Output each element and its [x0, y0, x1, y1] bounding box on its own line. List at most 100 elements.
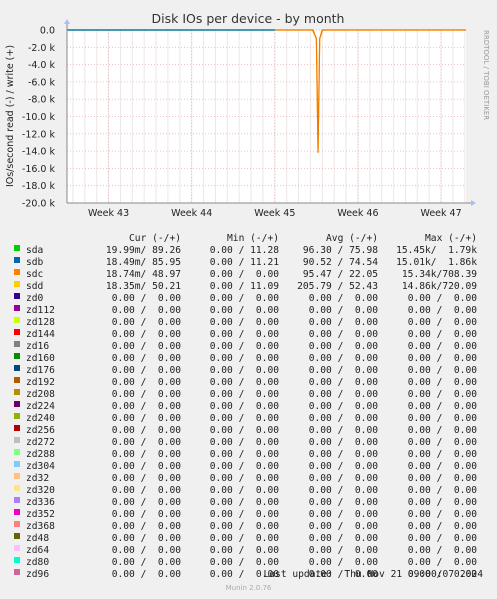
legend-name: zd256 — [26, 425, 55, 436]
legend-cur: 0.00 / 0.00 — [111, 545, 181, 556]
legend-cur: 0.00 / 0.00 — [111, 449, 181, 460]
legend-header-avg: Avg (-/+) — [326, 233, 378, 244]
legend-min: 0.00 / 0.00 — [209, 437, 279, 448]
legend-avg: 0.00 / 0.00 — [308, 425, 378, 436]
legend-name: sdb — [26, 257, 44, 268]
legend-max: 0.00 / 0.00 — [407, 437, 477, 448]
legend-avg: 0.00 / 0.00 — [308, 341, 378, 352]
legend-cur: 0.00 / 0.00 — [111, 305, 181, 316]
legend-max: 0.00 / 0.00 — [407, 389, 477, 400]
legend-max: 0.00 / 0.00 — [407, 497, 477, 508]
legend-max: 15.45k/ 1.79k — [396, 245, 477, 256]
legend-swatch — [14, 413, 20, 419]
y-tick-label: -12.0 k — [22, 129, 56, 140]
legend-max: 0.00 / 0.00 — [407, 329, 477, 340]
legend-name: zd112 — [26, 305, 55, 316]
legend-swatch — [14, 365, 20, 371]
legend-name: sdc — [26, 269, 44, 280]
legend-swatch — [14, 497, 20, 503]
side-credit: RRDTOOL / TOBI OETIKER — [482, 30, 490, 120]
legend-row-zd304: zd304 0.00 / 0.00 0.00 / 0.00 0.00 / 0.00 0.… — [0, 461, 497, 473]
legend-swatch — [14, 269, 20, 275]
legend-name: zd320 — [26, 485, 55, 496]
legend-avg: 0.00 / 0.00 — [308, 305, 378, 316]
legend-swatch — [14, 293, 20, 299]
y-tick-label: 0.0 — [40, 26, 55, 37]
legend-name: zd80 — [26, 557, 50, 568]
legend-min: 0.00 / 0.00 — [209, 473, 279, 484]
legend-max: 0.00 / 0.00 — [407, 521, 477, 532]
legend-max: 0.00 / 0.00 — [407, 509, 477, 520]
legend-min: 0.00 / 0.00 — [209, 485, 279, 496]
legend-cur: 0.00 / 0.00 — [111, 461, 181, 472]
legend-cur: 0.00 / 0.00 — [111, 365, 181, 376]
y-tick-label: -6.0 k — [28, 77, 56, 88]
legend-name: zd208 — [26, 389, 55, 400]
legend-name: zd192 — [26, 377, 55, 388]
legend-swatch — [14, 473, 20, 479]
legend-cur: 0.00 / 0.00 — [111, 293, 181, 304]
legend-rows: sda 19.99m/ 89.26 0.00 / 11.28 96.30 / 75.9… — [0, 245, 497, 581]
legend-min: 0.00 / 0.00 — [209, 461, 279, 472]
y-tick-label: -2.0 k — [28, 43, 56, 54]
legend-swatch — [14, 485, 20, 491]
legend-min: 0.00 / 0.00 — [209, 353, 279, 364]
chart-area: Disk IOs per device - by month IOs/secon… — [5, 11, 490, 219]
legend-cur: 0.00 / 0.00 — [111, 317, 181, 328]
legend-row-sdb: sdb 18.49m/ 85.95 0.00 / 11.21 90.52 / 74.5… — [0, 257, 497, 269]
legend-swatch — [14, 353, 20, 359]
legend-swatch — [14, 341, 20, 347]
legend-cur: 18.74m/ 48.97 — [105, 269, 181, 280]
legend-name: zd240 — [26, 413, 55, 424]
legend-max: 0.00 / 0.00 — [407, 353, 477, 364]
legend-row-zd48: zd48 0.00 / 0.00 0.00 / 0.00 0.00 / 0.00 0.0… — [0, 533, 497, 545]
legend-row-zd160: zd160 0.00 / 0.00 0.00 / 0.00 0.00 / 0.00 0.… — [0, 353, 497, 365]
legend-min: 0.00 / 0.00 — [209, 509, 279, 520]
legend-swatch — [14, 449, 20, 455]
y-axis-title: IOs/second read (-) / write (+) — [5, 45, 16, 187]
legend-row-zd256: zd256 0.00 / 0.00 0.00 / 0.00 0.00 / 0.00 0.… — [0, 425, 497, 437]
legend-max: 0.00 / 0.00 — [407, 341, 477, 352]
legend-max: 0.00 / 0.00 — [407, 401, 477, 412]
legend-cur: 0.00 / 0.00 — [111, 341, 181, 352]
legend-min: 0.00 / 0.00 — [209, 377, 279, 388]
x-tick-label: Week 46 — [337, 208, 378, 219]
y-tick-label: -8.0 k — [28, 95, 56, 106]
x-tick-label: Week 44 — [171, 208, 212, 219]
legend-header-max: Max (-/+) — [425, 233, 477, 244]
y-axis-arrow — [64, 19, 70, 24]
legend-row-zd368: zd368 0.00 / 0.00 0.00 / 0.00 0.00 / 0.00 0.… — [0, 521, 497, 533]
legend-header-cur: Cur (-/+) — [129, 233, 181, 244]
legend-avg: 96.30 / 75.98 — [302, 245, 378, 256]
legend-min: 0.00 / 11.21 — [209, 257, 279, 268]
legend-cur: 18.49m/ 85.95 — [105, 257, 181, 268]
legend-cur: 18.35m/ 50.21 — [105, 281, 181, 292]
legend-max: 0.00 / 0.00 — [407, 449, 477, 460]
legend-header-min: Min (-/+) — [227, 233, 279, 244]
last-update-text: Last update: Thu Nov 21 09:00:07 2024 — [263, 569, 484, 580]
legend-row-zd352: zd352 0.00 / 0.00 0.00 / 0.00 0.00 / 0.00 0.… — [0, 509, 497, 521]
legend-avg: 0.00 / 0.00 — [308, 509, 378, 520]
legend-avg: 0.00 / 0.00 — [308, 545, 378, 556]
x-tick-labels: Week 43 Week 44 Week 45 Week 46 Week 47 — [88, 208, 462, 219]
legend-swatch — [14, 437, 20, 443]
legend-name: zd48 — [26, 533, 50, 544]
legend-min: 0.00 / 0.00 — [209, 545, 279, 556]
legend-max: 0.00 / 0.00 — [407, 545, 477, 556]
legend-max: 0.00 / 0.00 — [407, 533, 477, 544]
legend-row-zd0: zd0 0.00 / 0.00 0.00 / 0.00 0.00 / 0.00 0.00… — [0, 293, 497, 305]
legend-swatch — [14, 281, 20, 287]
legend-avg: 0.00 / 0.00 — [308, 497, 378, 508]
legend-avg: 0.00 / 0.00 — [308, 293, 378, 304]
legend-avg: 205.79 / 52.43 — [297, 281, 378, 292]
legend-avg: 0.00 / 0.00 — [308, 317, 378, 328]
x-tick-label: Week 45 — [254, 208, 295, 219]
legend-cur: 0.00 / 0.00 — [111, 533, 181, 544]
legend-min: 0.00 / 0.00 — [209, 317, 279, 328]
legend-cur: 0.00 / 0.00 — [111, 437, 181, 448]
y-tick-label: -4.0 k — [28, 60, 56, 71]
legend-cur: 0.00 / 0.00 — [111, 377, 181, 388]
legend-cur: 0.00 / 0.00 — [111, 353, 181, 364]
legend-avg: 0.00 / 0.00 — [308, 533, 378, 544]
legend-row-sdd: sdd 18.35m/ 50.21 0.00 / 11.09 205.79 / 52.… — [0, 281, 497, 293]
